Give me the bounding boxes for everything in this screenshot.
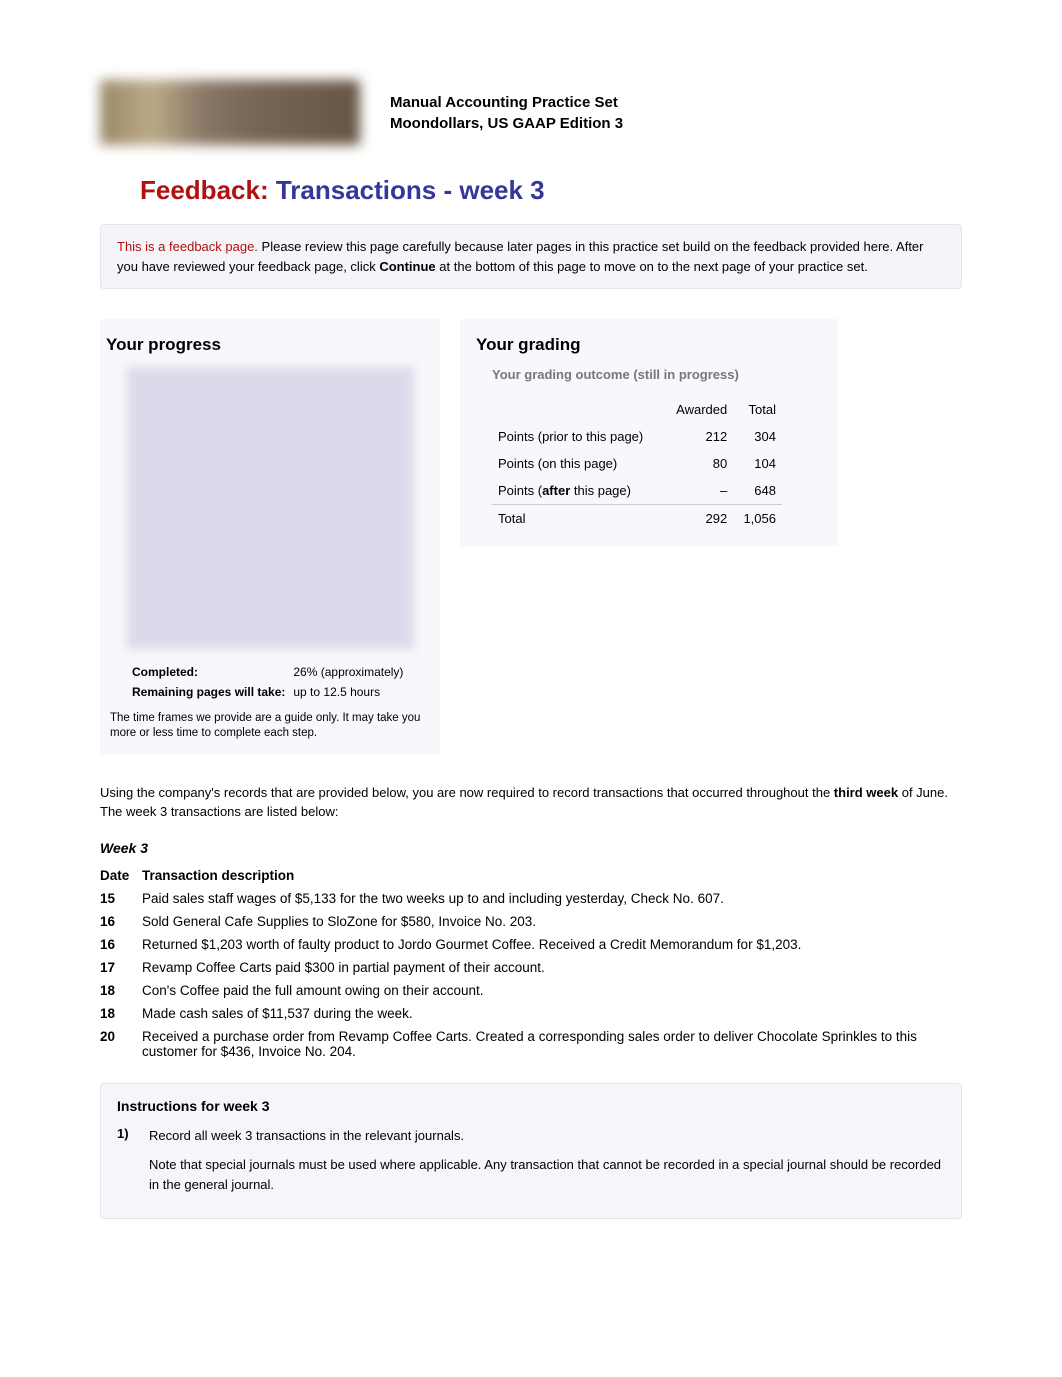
progress-remaining-row: Remaining pages will take: up to 12.5 ho… bbox=[132, 683, 409, 701]
grading-row-prior: Points (prior to this page) 212 304 bbox=[492, 423, 782, 450]
instructions-box: Instructions for week 3 1) Record all wee… bbox=[100, 1083, 962, 1220]
txn-desc: Returned $1,203 worth of faulty product … bbox=[142, 933, 962, 956]
table-row: 15Paid sales staff wages of $5,133 for t… bbox=[100, 887, 962, 910]
progress-panel: Your progress Completed: 26% (approximat… bbox=[100, 319, 440, 755]
progress-completed-row: Completed: 26% (approximately) bbox=[132, 663, 409, 681]
instruction-item: 1) Record all week 3 transactions in the … bbox=[117, 1126, 945, 1195]
txn-date: 15 bbox=[100, 887, 142, 910]
progress-heading: Your progress bbox=[106, 335, 440, 355]
header-logo-image bbox=[100, 80, 360, 145]
txn-date: 18 bbox=[100, 979, 142, 1002]
txn-desc: Received a purchase order from Revamp Co… bbox=[142, 1025, 962, 1063]
grading-row-awarded: 80 bbox=[664, 450, 733, 477]
grading-row-label: Points (after this page) bbox=[492, 477, 664, 505]
intro-bold: third week bbox=[834, 785, 898, 800]
page-title: Feedback: Transactions - week 3 bbox=[140, 175, 962, 206]
txn-date: 16 bbox=[100, 910, 142, 933]
feedback-notice: This is a feedback page. Please review t… bbox=[100, 224, 962, 289]
grading-row-label: Points (on this page) bbox=[492, 450, 664, 477]
table-row: 16Returned $1,203 worth of faulty produc… bbox=[100, 933, 962, 956]
grading-row-after: Points (after this page) – 648 bbox=[492, 477, 782, 505]
grading-row-label: Points (prior to this page) bbox=[492, 423, 664, 450]
txn-date: 17 bbox=[100, 956, 142, 979]
transactions-table: Date Transaction description 15Paid sale… bbox=[100, 864, 962, 1063]
page-header: Manual Accounting Practice Set Moondolla… bbox=[100, 80, 962, 145]
table-row: 18Made cash sales of $11,537 during the … bbox=[100, 1002, 962, 1025]
txn-desc: Con's Coffee paid the full amount owing … bbox=[142, 979, 962, 1002]
grading-heading: Your grading bbox=[476, 335, 820, 355]
intro-paragraph: Using the company's records that are pro… bbox=[100, 783, 962, 822]
grading-table: Awarded Total Points (prior to this page… bbox=[492, 396, 782, 532]
txn-date: 16 bbox=[100, 933, 142, 956]
feedback-tag: This is a feedback page. bbox=[117, 239, 258, 254]
grading-row-this: Points (on this page) 80 104 bbox=[492, 450, 782, 477]
grading-row-total: 648 bbox=[733, 477, 782, 505]
grading-total-row: Total 292 1,056 bbox=[492, 505, 782, 533]
instructions-heading: Instructions for week 3 bbox=[117, 1098, 945, 1114]
grading-panel: Your grading Your grading outcome (still… bbox=[460, 319, 838, 546]
txn-date: 20 bbox=[100, 1025, 142, 1063]
instruction-text: Record all week 3 transactions in the re… bbox=[149, 1126, 945, 1195]
progress-completed-value: 26% (approximately) bbox=[293, 663, 409, 681]
grading-col-awarded: Awarded bbox=[664, 396, 733, 423]
grading-total-awarded: 292 bbox=[664, 505, 733, 533]
progress-stats-table: Completed: 26% (approximately) Remaining… bbox=[130, 661, 411, 703]
header-title-line2: Moondollars, US GAAP Edition 3 bbox=[390, 113, 623, 134]
page-title-feedback-label: Feedback: bbox=[140, 175, 269, 205]
week-heading: Week 3 bbox=[100, 840, 962, 856]
table-row: 16Sold General Cafe Supplies to SloZone … bbox=[100, 910, 962, 933]
grading-row-awarded: – bbox=[664, 477, 733, 505]
table-row: 17Revamp Coffee Carts paid $300 in parti… bbox=[100, 956, 962, 979]
progress-remaining-value: up to 12.5 hours bbox=[293, 683, 409, 701]
progress-completed-label: Completed: bbox=[132, 663, 291, 681]
progress-preview-image bbox=[127, 367, 414, 649]
feedback-body2: at the bottom of this page to move on to… bbox=[439, 259, 868, 274]
header-title-block: Manual Accounting Practice Set Moondolla… bbox=[390, 92, 623, 134]
txn-desc: Sold General Cafe Supplies to SloZone fo… bbox=[142, 910, 962, 933]
grading-col-total: Total bbox=[733, 396, 782, 423]
txn-desc: Made cash sales of $11,537 during the we… bbox=[142, 1002, 962, 1025]
grading-total-total: 1,056 bbox=[733, 505, 782, 533]
table-row: 18Con's Coffee paid the full amount owin… bbox=[100, 979, 962, 1002]
grading-subheading: Your grading outcome (still in progress) bbox=[492, 367, 820, 382]
transactions-header-row: Date Transaction description bbox=[100, 864, 962, 887]
header-title-line1: Manual Accounting Practice Set bbox=[390, 92, 623, 113]
txn-header-desc: Transaction description bbox=[142, 864, 962, 887]
grading-total-label: Total bbox=[492, 505, 664, 533]
table-row: 20Received a purchase order from Revamp … bbox=[100, 1025, 962, 1063]
grading-row-total: 304 bbox=[733, 423, 782, 450]
grading-row-total: 104 bbox=[733, 450, 782, 477]
txn-desc: Revamp Coffee Carts paid $300 in partial… bbox=[142, 956, 962, 979]
progress-note: The time frames we provide are a guide o… bbox=[110, 711, 430, 741]
feedback-continue-word: Continue bbox=[379, 259, 435, 274]
grading-header-row: Awarded Total bbox=[492, 396, 782, 423]
instruction-line1: Record all week 3 transactions in the re… bbox=[149, 1126, 945, 1146]
progress-remaining-label: Remaining pages will take: bbox=[132, 683, 291, 701]
txn-date: 18 bbox=[100, 1002, 142, 1025]
page-title-text: Transactions - week 3 bbox=[276, 175, 545, 205]
instruction-number: 1) bbox=[117, 1126, 139, 1195]
txn-desc: Paid sales staff wages of $5,133 for the… bbox=[142, 887, 962, 910]
intro-part1: Using the company's records that are pro… bbox=[100, 785, 834, 800]
instruction-line2: Note that special journals must be used … bbox=[149, 1155, 945, 1194]
instructions-list: 1) Record all week 3 transactions in the … bbox=[117, 1126, 945, 1195]
grading-row-awarded: 212 bbox=[664, 423, 733, 450]
txn-header-date: Date bbox=[100, 864, 142, 887]
